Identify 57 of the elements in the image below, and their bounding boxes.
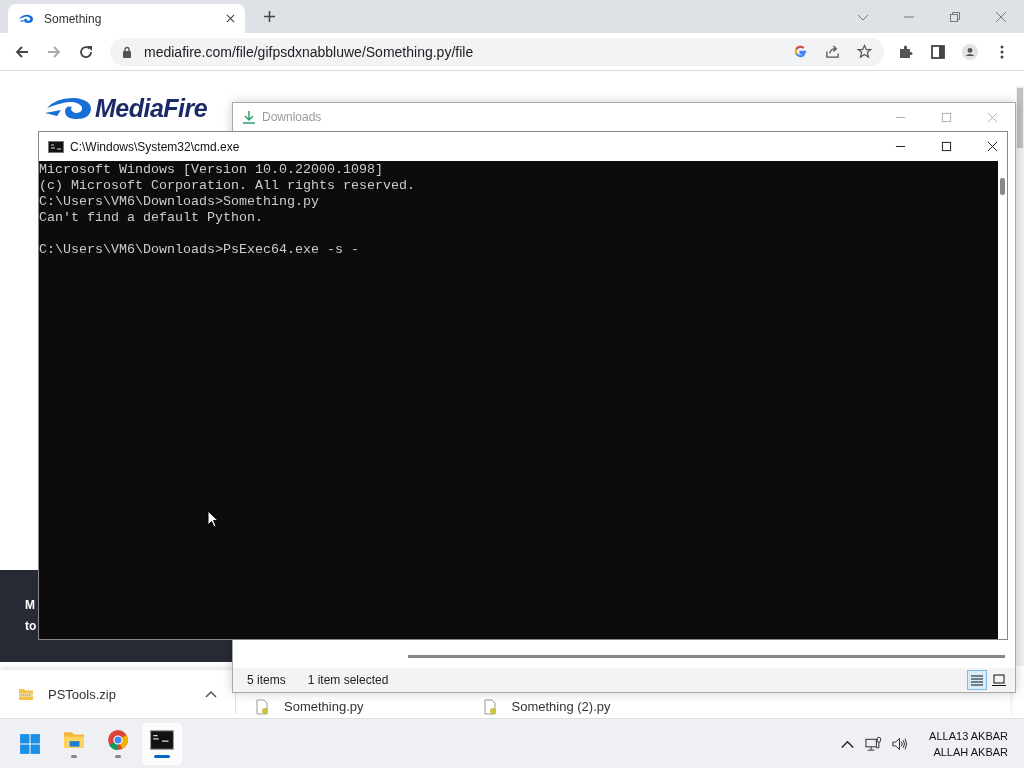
browser-tab[interactable]: Something (8, 4, 245, 33)
list-icon (970, 673, 984, 687)
chevron-up-icon[interactable] (205, 690, 217, 698)
flame-icon (18, 12, 34, 25)
selection-count: 1 item selected (307, 673, 389, 687)
google-icon[interactable] (793, 44, 808, 59)
zip-folder-icon (18, 686, 34, 702)
network-icon[interactable] (865, 735, 883, 752)
folder-icon (62, 729, 86, 751)
file-icon (254, 698, 270, 715)
item-count: 5 items (247, 673, 286, 687)
back-icon[interactable] (14, 43, 30, 60)
maximize-icon[interactable] (941, 141, 952, 152)
scrollbar[interactable] (998, 161, 1007, 639)
close-icon[interactable] (987, 141, 998, 152)
window-title: Downloads (262, 110, 322, 124)
cursor-icon (207, 510, 219, 528)
console-line: Microsoft Windows [Version 10.0.22000.1098] (39, 162, 384, 178)
window-title: C:\Windows\System32\cmd.exe (70, 139, 240, 154)
scrollbar[interactable] (408, 655, 1005, 658)
terminal-icon (150, 729, 174, 751)
reload-icon[interactable] (78, 43, 94, 60)
monitor-icon (992, 673, 1006, 687)
logo-text[interactable]: MediaFire (95, 93, 208, 123)
console-line: Can't find a default Python. (39, 210, 264, 226)
scrollbar[interactable] (1016, 86, 1024, 666)
download-icon (242, 110, 256, 124)
start-icon (18, 732, 42, 755)
lock-icon[interactable] (122, 45, 132, 58)
file-icon (481, 698, 498, 715)
puzzle-icon[interactable] (898, 43, 914, 60)
share-icon[interactable] (825, 44, 840, 59)
side-panel-icon[interactable] (930, 43, 946, 60)
browser-icon (106, 729, 130, 751)
url-text: mediafire.com/file/gifpsdxnabbluwe/Something.py/file (144, 43, 474, 60)
console-line: C:\Users\VM6\Downloads>Something.py (39, 194, 320, 210)
terminal-icon (48, 140, 64, 153)
clock-text[interactable]: ALLA13 AKBAR (929, 727, 1008, 744)
download-item[interactable]: Something.py (254, 698, 364, 715)
banner-text: to (25, 618, 38, 635)
scrollbar-thumb[interactable] (1000, 178, 1005, 195)
close-icon[interactable] (226, 14, 235, 23)
taskbar-button[interactable] (142, 722, 182, 765)
clock-text[interactable]: ALLAH AKBAR (933, 743, 1008, 760)
restore-icon[interactable] (949, 10, 961, 23)
console-line: (c) Microsoft Corporation. All rights reserved. (39, 178, 416, 194)
flame-icon (45, 95, 93, 121)
tab-title: Something (44, 11, 103, 26)
new-tab-icon[interactable] (263, 10, 276, 23)
scrollbar-thumb[interactable] (1017, 88, 1023, 148)
console-line: C:\Users\VM6\Downloads>PsExec64.exe -s - (39, 242, 360, 258)
address-bar[interactable]: mediafire.com/file/gifpsdxnabbluwe/Something.py/file (110, 37, 884, 66)
download-item[interactable]: Something (2).py (481, 698, 611, 715)
profile-icon[interactable] (962, 43, 978, 60)
volume-icon[interactable] (891, 735, 909, 752)
star-icon[interactable] (857, 44, 872, 59)
banner-text: M (25, 597, 36, 614)
